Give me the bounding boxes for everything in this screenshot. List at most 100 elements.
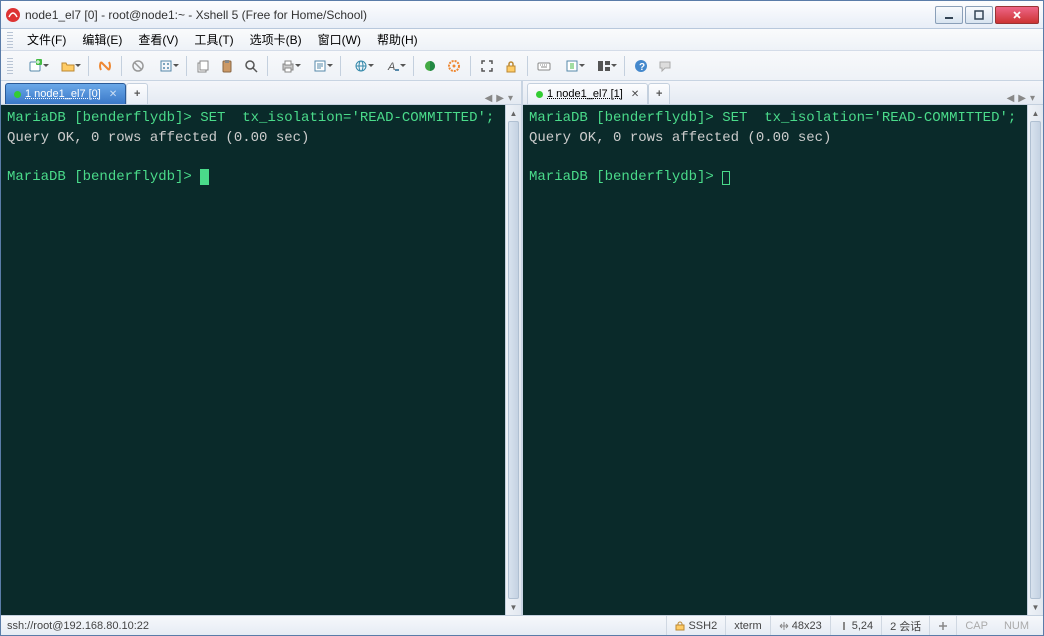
statusbar: ssh://root@192.168.80.10:22 SSH2 xterm 4… — [1, 615, 1043, 635]
tab-nav: ◀ ▶ ▾ — [485, 93, 517, 104]
tab-prev-icon[interactable]: ◀ — [1007, 93, 1015, 104]
window-title: node1_el7 [0] - root@node1:~ - Xshell 5 … — [25, 8, 935, 22]
toolbar-grip[interactable] — [7, 58, 13, 74]
close-button[interactable] — [995, 6, 1039, 24]
titlebar: node1_el7 [0] - root@node1:~ - Xshell 5 … — [1, 1, 1043, 29]
help-button[interactable]: ? — [630, 55, 652, 77]
toolbar-separator — [186, 56, 187, 76]
status-term: xterm — [725, 616, 770, 635]
scroll-down-icon[interactable]: ▼ — [1028, 599, 1043, 615]
paste-button[interactable] — [216, 55, 238, 77]
scroll-up-icon[interactable]: ▲ — [1028, 105, 1043, 121]
tab-close-icon[interactable]: ✕ — [631, 89, 639, 100]
toolbar-separator — [413, 56, 414, 76]
tab-node1-0[interactable]: 1 node1_el7 [0] ✕ — [5, 83, 126, 104]
fullscreen-button[interactable] — [476, 55, 498, 77]
menu-tabs[interactable]: 选项卡(B) — [242, 29, 310, 50]
cursor-hollow-icon — [722, 171, 730, 185]
scroll-track[interactable] — [506, 121, 521, 599]
terminal-right[interactable]: MariaDB [benderflydb]> SET tx_isolation=… — [523, 105, 1027, 615]
connected-dot-icon — [14, 91, 21, 98]
toolbar-separator — [340, 56, 341, 76]
split-view: 1 node1_el7 [0] ✕ + ◀ ▶ ▾ MariaDB [bende… — [1, 81, 1043, 615]
tab-next-icon[interactable]: ▶ — [496, 93, 504, 104]
session-button[interactable] — [557, 55, 587, 77]
status-plus[interactable] — [929, 616, 956, 635]
menu-tools[interactable]: 工具(T) — [186, 29, 241, 50]
keyboard-button[interactable] — [533, 55, 555, 77]
tab-prev-icon[interactable]: ◀ — [485, 93, 493, 104]
color-scheme-button[interactable] — [419, 55, 441, 77]
scroll-thumb[interactable] — [508, 121, 519, 599]
menubar: 文件(F) 编辑(E) 查看(V) 工具(T) 选项卡(B) 窗口(W) 帮助(… — [1, 29, 1043, 51]
tab-list-icon[interactable]: ▾ — [508, 93, 513, 104]
properties-button[interactable] — [305, 55, 335, 77]
status-cap: CAP — [956, 616, 996, 635]
reconnect-button[interactable] — [94, 55, 116, 77]
size-icon — [779, 621, 789, 631]
toolbar-separator — [88, 56, 89, 76]
lock-button[interactable] — [500, 55, 522, 77]
status-size: 48x23 — [770, 616, 830, 635]
find-button[interactable] — [240, 55, 262, 77]
toolbar-separator — [527, 56, 528, 76]
window-controls — [935, 6, 1039, 24]
scroll-track[interactable] — [1028, 121, 1043, 599]
open-button[interactable] — [53, 55, 83, 77]
tabbar-right: 1 node1_el7 [1] ✕ + ◀ ▶ ▾ — [523, 81, 1043, 105]
scroll-thumb[interactable] — [1030, 121, 1041, 599]
terminal-left[interactable]: MariaDB [benderflydb]> SET tx_isolation=… — [1, 105, 505, 615]
scrollbar-right[interactable]: ▲ ▼ — [1027, 105, 1043, 615]
layout-button[interactable] — [589, 55, 619, 77]
status-protocol: SSH2 — [666, 616, 725, 635]
toolbar-separator — [470, 56, 471, 76]
tab-add-button[interactable]: + — [126, 83, 148, 104]
minimize-button[interactable] — [935, 6, 963, 24]
menu-view[interactable]: 查看(V) — [130, 29, 186, 50]
cursor-block-icon — [200, 169, 208, 185]
tab-next-icon[interactable]: ▶ — [1018, 93, 1026, 104]
feedback-button[interactable] — [654, 55, 676, 77]
cursor-pos-icon — [839, 621, 849, 631]
globe-button[interactable] — [346, 55, 376, 77]
scrollbar-left[interactable]: ▲ ▼ — [505, 105, 521, 615]
pane-right: 1 node1_el7 [1] ✕ + ◀ ▶ ▾ MariaDB [bende… — [521, 81, 1043, 615]
profile-button[interactable] — [151, 55, 181, 77]
font-button[interactable]: A — [378, 55, 408, 77]
maximize-button[interactable] — [965, 6, 993, 24]
scroll-down-icon[interactable]: ▼ — [506, 599, 521, 615]
terminal-wrap-right: MariaDB [benderflydb]> SET tx_isolation=… — [523, 105, 1043, 615]
menu-window[interactable]: 窗口(W) — [310, 29, 369, 50]
menu-file[interactable]: 文件(F) — [19, 29, 74, 50]
status-num: NUM — [996, 616, 1037, 635]
svg-text:A: A — [387, 61, 395, 73]
menubar-grip[interactable] — [7, 32, 13, 48]
lock-icon — [675, 621, 685, 631]
status-sessions: 2 会话 — [881, 616, 929, 635]
tabbar-left: 1 node1_el7 [0] ✕ + ◀ ▶ ▾ — [1, 81, 521, 105]
svg-text:?: ? — [639, 62, 645, 73]
status-cursor-pos: 5,24 — [830, 616, 881, 635]
menu-edit[interactable]: 编辑(E) — [74, 29, 130, 50]
toolbar: A ? — [1, 51, 1043, 81]
connected-dot-icon — [536, 91, 543, 98]
tab-list-icon[interactable]: ▾ — [1030, 93, 1035, 104]
highlight-button[interactable] — [443, 55, 465, 77]
tab-label: 1 node1_el7 [0] — [25, 88, 101, 100]
tab-add-button[interactable]: + — [648, 83, 670, 104]
menu-help[interactable]: 帮助(H) — [369, 29, 426, 50]
status-connection: ssh://root@192.168.80.10:22 — [7, 620, 149, 632]
tab-close-icon[interactable]: ✕ — [109, 89, 117, 100]
new-session-button[interactable] — [21, 55, 51, 77]
copy-button[interactable] — [192, 55, 214, 77]
toolbar-separator — [624, 56, 625, 76]
tab-node1-1[interactable]: 1 node1_el7 [1] ✕ — [527, 83, 648, 104]
pane-left: 1 node1_el7 [0] ✕ + ◀ ▶ ▾ MariaDB [bende… — [1, 81, 521, 615]
toolbar-separator — [121, 56, 122, 76]
disconnect-button[interactable] — [127, 55, 149, 77]
scroll-up-icon[interactable]: ▲ — [506, 105, 521, 121]
terminal-wrap-left: MariaDB [benderflydb]> SET tx_isolation=… — [1, 105, 521, 615]
tab-label: 1 node1_el7 [1] — [547, 88, 623, 100]
print-button[interactable] — [273, 55, 303, 77]
tab-nav: ◀ ▶ ▾ — [1007, 93, 1039, 104]
